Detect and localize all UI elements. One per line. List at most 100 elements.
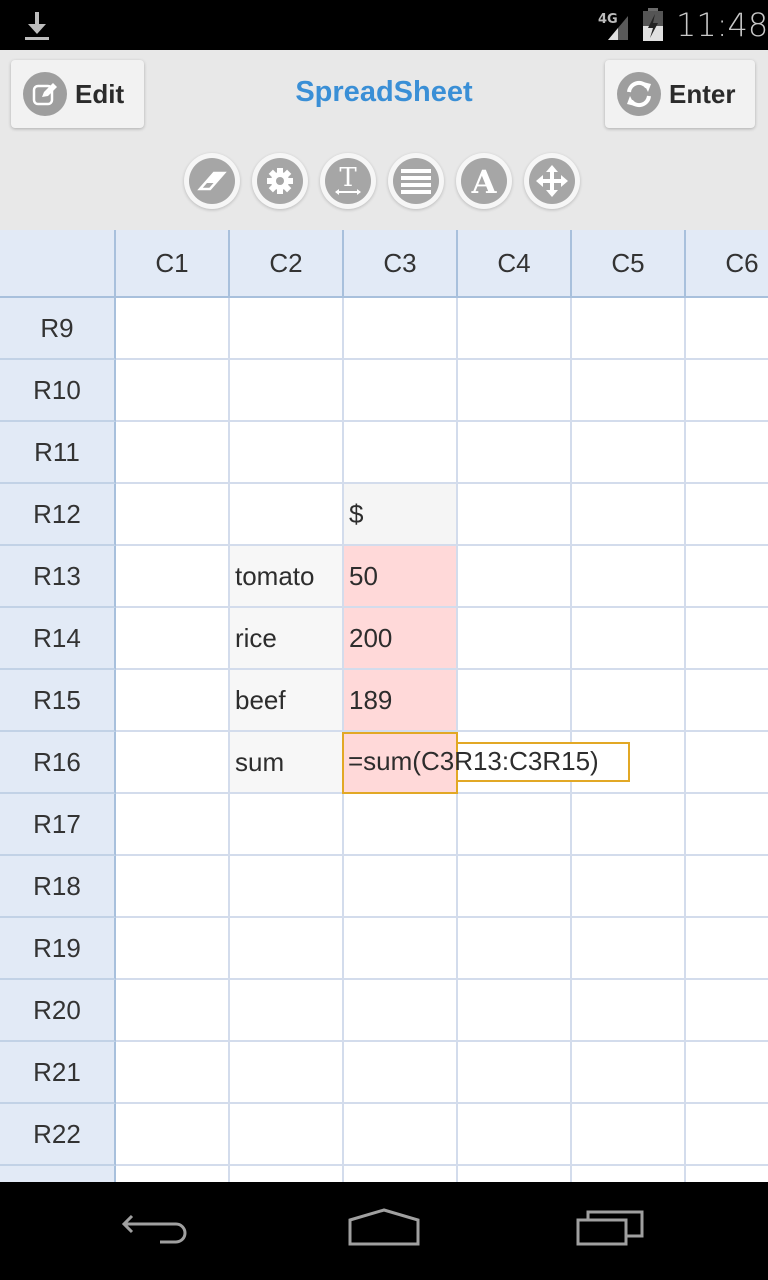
grid-cell[interactable] <box>458 608 572 670</box>
grid-cell[interactable] <box>116 608 230 670</box>
grid-cell[interactable] <box>344 918 458 980</box>
align-button[interactable] <box>388 153 444 209</box>
grid-cell[interactable] <box>686 794 768 856</box>
grid-cell[interactable] <box>572 856 686 918</box>
grid-cell[interactable] <box>230 484 344 546</box>
home-icon[interactable] <box>344 1206 424 1256</box>
grid-cell[interactable] <box>458 980 572 1042</box>
row-header[interactable]: R18 <box>0 856 116 918</box>
row-header[interactable]: R10 <box>0 360 116 422</box>
row-header[interactable]: R11 <box>0 422 116 484</box>
grid-cell[interactable] <box>572 422 686 484</box>
text-width-button[interactable]: T <box>320 153 376 209</box>
row-header[interactable]: R20 <box>0 980 116 1042</box>
grid-cell[interactable]: $ <box>344 484 458 546</box>
grid-cell[interactable] <box>116 670 230 732</box>
grid-cell[interactable] <box>344 794 458 856</box>
grid-cell[interactable] <box>572 980 686 1042</box>
grid-cell[interactable]: 50 <box>344 546 458 608</box>
row-header[interactable]: R13 <box>0 546 116 608</box>
grid-cell[interactable] <box>230 1166 344 1182</box>
edit-button[interactable]: Edit <box>11 60 144 128</box>
grid-cell[interactable] <box>686 980 768 1042</box>
grid-cell[interactable] <box>686 608 768 670</box>
recent-apps-icon[interactable] <box>572 1206 652 1256</box>
grid-cell[interactable] <box>458 298 572 360</box>
column-header[interactable]: C4 <box>458 230 572 298</box>
grid-cell[interactable] <box>458 484 572 546</box>
column-header[interactable]: C3 <box>344 230 458 298</box>
grid-cell[interactable] <box>230 980 344 1042</box>
row-header[interactable]: R14 <box>0 608 116 670</box>
spreadsheet-grid[interactable]: C1 C2 C3 C4 C5 C6 R9 R10 R11 R12 $ R13 tomato 50 R14 ri… <box>0 230 768 1182</box>
grid-cell[interactable] <box>686 484 768 546</box>
grid-cell[interactable] <box>458 1166 572 1182</box>
column-header[interactable]: C1 <box>116 230 230 298</box>
grid-cell[interactable] <box>572 546 686 608</box>
grid-cell[interactable] <box>344 1042 458 1104</box>
grid-cell[interactable] <box>116 546 230 608</box>
grid-cell[interactable] <box>458 670 572 732</box>
grid-cell[interactable] <box>686 360 768 422</box>
grid-cell[interactable] <box>230 360 344 422</box>
grid-cell[interactable]: 189 <box>344 670 458 732</box>
grid-cell[interactable] <box>686 1104 768 1166</box>
row-header[interactable]: R12 <box>0 484 116 546</box>
enter-button[interactable]: Enter <box>605 60 755 128</box>
grid-cell[interactable] <box>572 670 686 732</box>
grid-cell[interactable] <box>230 918 344 980</box>
grid-cell[interactable] <box>116 980 230 1042</box>
row-header[interactable]: R22 <box>0 1104 116 1166</box>
row-header[interactable]: R9 <box>0 298 116 360</box>
settings-button[interactable] <box>252 153 308 209</box>
row-header[interactable]: R16 <box>0 732 116 794</box>
row-header[interactable]: R17 <box>0 794 116 856</box>
grid-cell[interactable] <box>116 298 230 360</box>
grid-cell[interactable] <box>686 546 768 608</box>
grid-cell[interactable] <box>116 422 230 484</box>
grid-cell[interactable] <box>458 1104 572 1166</box>
grid-cell[interactable] <box>230 298 344 360</box>
grid-cell[interactable] <box>686 918 768 980</box>
grid-cell[interactable] <box>344 360 458 422</box>
grid-cell[interactable] <box>572 1042 686 1104</box>
grid-cell[interactable] <box>116 918 230 980</box>
grid-cell[interactable] <box>572 484 686 546</box>
grid-cell[interactable] <box>572 360 686 422</box>
grid-cell[interactable] <box>458 794 572 856</box>
move-button[interactable] <box>524 153 580 209</box>
grid-cell[interactable] <box>116 1166 230 1182</box>
column-header[interactable]: C2 <box>230 230 344 298</box>
grid-cell[interactable] <box>458 918 572 980</box>
grid-cell[interactable] <box>116 360 230 422</box>
grid-cell[interactable] <box>116 1042 230 1104</box>
eraser-button[interactable] <box>184 153 240 209</box>
grid-cell[interactable] <box>572 918 686 980</box>
row-header[interactable]: R21 <box>0 1042 116 1104</box>
grid-cell[interactable] <box>572 1104 686 1166</box>
grid-cell[interactable] <box>686 732 768 794</box>
grid-cell[interactable] <box>344 980 458 1042</box>
grid-cell[interactable] <box>230 856 344 918</box>
grid-cell[interactable] <box>686 298 768 360</box>
font-button[interactable]: A <box>456 153 512 209</box>
grid-cell[interactable] <box>230 1042 344 1104</box>
grid-cell[interactable] <box>344 422 458 484</box>
grid-cell[interactable] <box>572 608 686 670</box>
grid-cell[interactable]: rice <box>230 608 344 670</box>
grid-cell[interactable] <box>116 732 230 794</box>
grid-corner[interactable] <box>0 230 116 298</box>
grid-cell[interactable] <box>686 1042 768 1104</box>
grid-cell[interactable] <box>686 856 768 918</box>
grid-cell[interactable] <box>572 298 686 360</box>
grid-cell[interactable] <box>230 794 344 856</box>
grid-cell[interactable] <box>458 856 572 918</box>
grid-cell[interactable]: 200 <box>344 608 458 670</box>
grid-cell[interactable] <box>458 546 572 608</box>
grid-cell[interactable]: tomato <box>230 546 344 608</box>
grid-cell[interactable] <box>344 1166 458 1182</box>
grid-cell[interactable] <box>572 794 686 856</box>
grid-cell[interactable] <box>230 422 344 484</box>
grid-cell[interactable] <box>686 1166 768 1182</box>
row-header[interactable]: R19 <box>0 918 116 980</box>
